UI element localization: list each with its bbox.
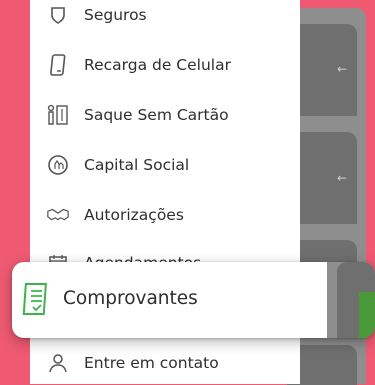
- contact-icon: [46, 351, 70, 375]
- menu-item-seguros[interactable]: Seguros: [46, 0, 300, 35]
- menu-item-comprovantes[interactable]: Comprovantes: [12, 262, 375, 338]
- menu-item-label: Entre em contato: [84, 354, 219, 372]
- menu-item-autorizacoes[interactable]: Autorizações: [46, 195, 300, 235]
- menu-item-entre-em-contato[interactable]: Entre em contato: [46, 343, 300, 383]
- green-accent: [359, 292, 375, 338]
- menu-item-capital-social[interactable]: Capital Social: [46, 145, 300, 185]
- menu-item-recarga-celular[interactable]: Recarga de Celular: [46, 45, 300, 85]
- menu-item-saque-sem-cartao[interactable]: Saque Sem Cartão: [46, 95, 300, 135]
- menu-item-label: Recarga de Celular: [84, 56, 231, 74]
- menu-item-label: Capital Social: [84, 156, 190, 174]
- background-arrow-icon: ←: [337, 62, 348, 76]
- menu-item-label: Comprovantes: [63, 288, 198, 309]
- background-arrow-icon: ←: [337, 171, 348, 185]
- receipt-icon: [21, 282, 53, 318]
- atm-withdraw-icon: [46, 103, 70, 127]
- menu-item-label: Saque Sem Cartão: [84, 106, 229, 124]
- capital-icon: [46, 153, 70, 177]
- phone-icon: [46, 53, 70, 77]
- shield-icon: [46, 3, 70, 27]
- menu-item-label: Autorizações: [84, 206, 184, 224]
- menu-item-label: Seguros: [84, 6, 147, 24]
- handshake-icon: [46, 203, 70, 227]
